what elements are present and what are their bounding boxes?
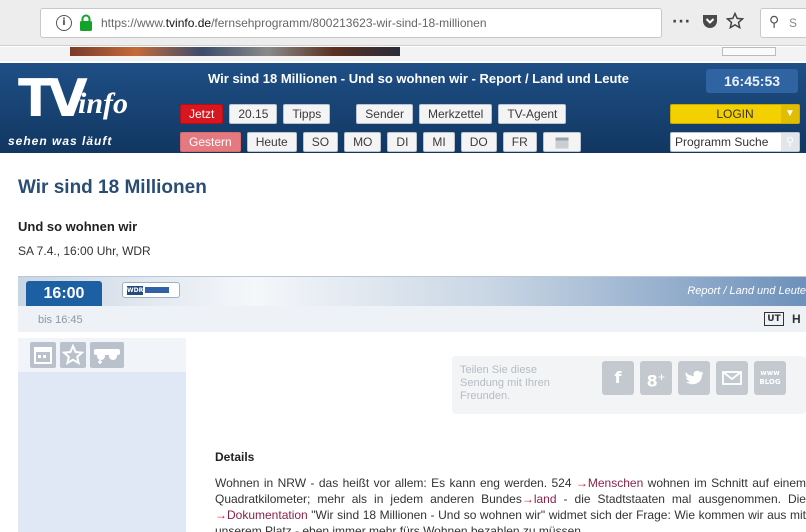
nav-di[interactable]: DI [387, 132, 418, 152]
nav-merkzettel[interactable]: Merkzettel [418, 104, 493, 124]
nav-do[interactable]: DO [460, 132, 497, 152]
show-subtitle: Und so wohnen wir [18, 219, 138, 234]
tvinfo-logo[interactable]: TV info [18, 73, 178, 133]
ad-banner [0, 47, 806, 61]
details-text-3: - die Stadtstaaten mal ausgenommen. Die [556, 492, 806, 506]
nav-tipps[interactable]: Tipps [283, 104, 331, 124]
nav-mo[interactable]: MO [344, 132, 382, 152]
program-search-label: Programm Suche [675, 135, 769, 149]
login-button[interactable]: LOGIN ▼ [670, 104, 800, 124]
blog-icon[interactable]: www BLOG [754, 361, 786, 395]
nav-jetzt[interactable]: Jetzt [180, 104, 224, 124]
channel-logo-bar [145, 287, 169, 293]
page-title: Wir sind 18 Millionen [18, 177, 207, 198]
nav-row-days: Gestern Heute SO MO DI MI DO FR [180, 132, 581, 152]
logo-info: info [78, 87, 129, 120]
logo-tv: TV [18, 69, 88, 129]
nav-sender[interactable]: Sender [356, 104, 413, 124]
calendar-icon [555, 137, 569, 149]
genre-label: Report / Land und Leute [687, 285, 806, 297]
arrow-icon: → [521, 492, 534, 506]
ad-image-right[interactable] [722, 47, 776, 56]
star-icon[interactable] [60, 342, 86, 368]
link-menschen[interactable]: Menschen [588, 476, 643, 490]
end-time: bis 16:45 [38, 314, 83, 326]
sidebar-panel [18, 372, 186, 532]
air-info: SA 7.4., 16:00 Uhr, WDR [18, 244, 151, 258]
nav-spacer [336, 104, 350, 124]
nav-fr[interactable]: FR [502, 132, 537, 152]
subtitles-badge: UT [764, 312, 784, 326]
search-placeholder: S [789, 16, 798, 30]
url-path: /fernsehprogramm/800213623-wir-sind-18-m… [211, 16, 487, 30]
browser-search-input[interactable]: ⚲ S [760, 8, 806, 38]
nav-2015[interactable]: 20.15 [229, 104, 278, 124]
address-bar[interactable]: i https://www.tvinfo.de/fernsehprogramm/… [40, 8, 662, 38]
mail-icon[interactable] [716, 361, 748, 395]
nav-row-primary: Jetzt 20.15 Tipps Sender Merkzettel TV-A… [180, 104, 567, 124]
arrow-icon: → [575, 476, 588, 490]
hd-badge: H [792, 312, 801, 326]
details-text-1: Wohnen in NRW - das heißt vor allem: Es … [215, 476, 576, 490]
nav-gestern[interactable]: Gestern [180, 132, 241, 152]
clock: 16:45:53 [706, 69, 798, 93]
nav-so[interactable]: SO [302, 132, 339, 152]
end-time-bar: bis 16:45 UT H [18, 306, 806, 332]
slogan: sehen was läuft [8, 134, 113, 148]
login-label: LOGIN [716, 107, 754, 121]
calendar-button[interactable] [542, 132, 581, 152]
search-icon: ⚲ [769, 14, 780, 30]
lock-icon [80, 14, 92, 31]
url-domain: tvinfo.de [165, 16, 212, 30]
url-text: https://www.tvinfo.de/fernsehprogramm/80… [101, 16, 487, 30]
details-description: Wohnen in NRW - das heißt vor allem: Es … [215, 475, 806, 532]
link-land[interactable]: land [534, 492, 557, 506]
nav-tv-agent[interactable]: TV-Agent [498, 104, 567, 124]
pocket-icon[interactable] [702, 13, 718, 29]
bookmark-star-icon[interactable] [726, 12, 744, 30]
nav-heute[interactable]: Heute [246, 132, 297, 152]
details-heading: Details [215, 450, 255, 464]
channel-logo-text: WDR [127, 286, 144, 295]
search-icon[interactable]: ⚲ [781, 133, 799, 151]
twitter-icon[interactable] [678, 361, 710, 395]
nav-mi[interactable]: MI [423, 132, 455, 152]
google-plus-icon[interactable]: 8+ [640, 361, 672, 395]
calendar-icon[interactable] [30, 342, 56, 368]
chevron-down-icon: ▼ [781, 105, 799, 123]
channel-logo[interactable]: WDR [122, 282, 180, 298]
show-header-bar: 16:00 WDR Report / Land und Leute [18, 276, 806, 307]
header-title: Wir sind 18 Millionen - Und so wohnen wi… [208, 71, 629, 86]
watch-agent-icon[interactable] [90, 342, 124, 368]
share-text: Teilen Sie diese Sendung mit Ihren Freun… [460, 364, 550, 402]
share-panel: Teilen Sie diese Sendung mit Ihren Freun… [452, 356, 806, 414]
action-sidebar [18, 338, 186, 532]
program-search-input[interactable]: Programm Suche ⚲ [670, 132, 800, 152]
info-icon[interactable]: i [56, 15, 72, 31]
browser-toolbar: i https://www.tvinfo.de/fernsehprogramm/… [0, 0, 806, 46]
url-prefix: https://www. [101, 16, 166, 30]
arrow-icon: → [215, 508, 227, 522]
ad-image[interactable] [70, 47, 400, 56]
link-dokumentation[interactable]: Dokumentation [227, 508, 308, 522]
start-time-badge: 16:00 [26, 281, 102, 307]
page-actions-button[interactable]: ··· [672, 14, 691, 30]
site-header: TV info sehen was läuft Wir sind 18 Mill… [0, 63, 806, 153]
facebook-icon[interactable]: f [602, 361, 634, 395]
